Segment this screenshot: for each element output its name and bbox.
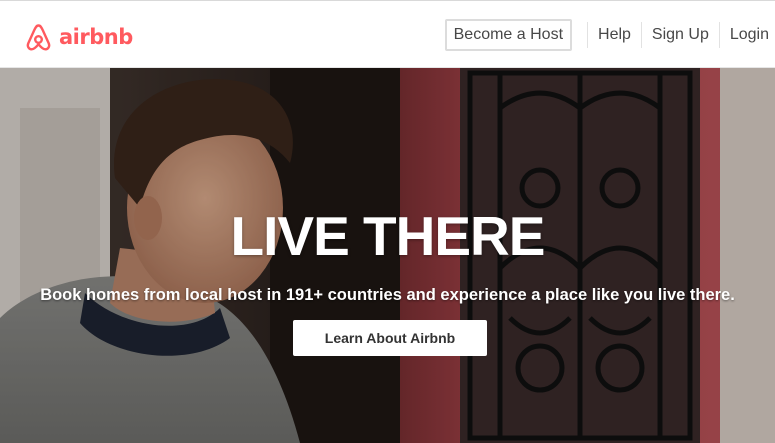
hero-section: LIVE THERE Book homes from local host in… xyxy=(0,68,775,443)
top-header: airbnb Become a Host Help Sign Up Login xyxy=(0,0,775,68)
hero-title: LIVE THERE xyxy=(230,205,546,267)
learn-about-airbnb-button[interactable]: Learn About Airbnb xyxy=(293,320,487,356)
airbnb-logo[interactable]: airbnb xyxy=(25,21,133,53)
login-link[interactable]: Login xyxy=(718,22,775,48)
airbnb-belo-icon xyxy=(26,24,51,51)
become-a-host-button[interactable]: Become a Host xyxy=(444,19,573,51)
hero-subtitle: Book homes from local host in 191+ count… xyxy=(40,286,735,304)
main-nav: Become a Host Help Sign Up Login xyxy=(444,18,775,52)
help-link[interactable]: Help xyxy=(587,22,641,48)
brand-wordmark: airbnb xyxy=(59,25,133,49)
sign-up-link[interactable]: Sign Up xyxy=(640,22,719,48)
